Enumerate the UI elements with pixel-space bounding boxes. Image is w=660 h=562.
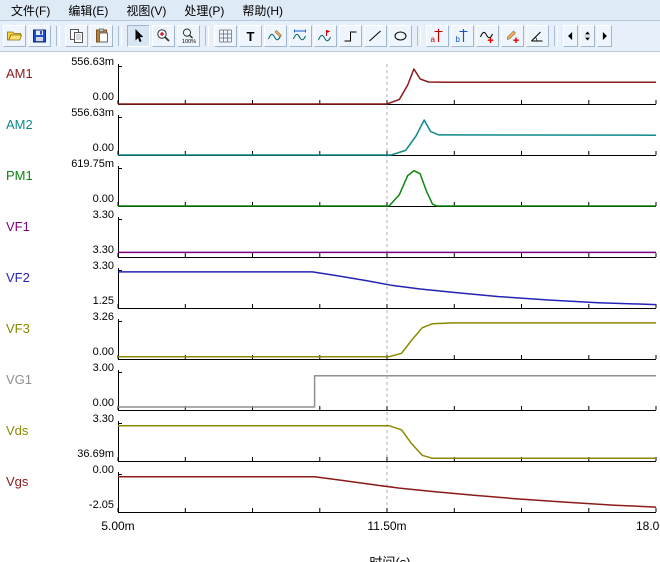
menu-edit[interactable]: 编辑(E) — [59, 0, 117, 21]
grid-icon — [217, 28, 234, 44]
y-max-label-VF2: 3.30 — [34, 260, 114, 272]
channel-name-Vds: Vds — [6, 423, 70, 438]
cursor-a-button[interactable]: a — [426, 25, 449, 47]
annotate-button[interactable] — [501, 25, 524, 47]
ramp-icon — [342, 28, 359, 44]
cursor-icon — [130, 28, 147, 44]
y-min-label-PM1: 0.00 — [34, 193, 114, 205]
y-max-label-PM1: 619.75m — [34, 158, 114, 170]
waveform-canvas[interactable] — [118, 60, 660, 520]
channel-name-VF1: VF1 — [6, 219, 70, 234]
x-axis-label-0: 5.00m — [78, 519, 158, 533]
ellipse-icon — [392, 28, 409, 44]
zoom-100-icon: 100% — [180, 28, 197, 44]
copy-icon — [68, 28, 85, 44]
y-max-label-VF3: 3.26 — [34, 311, 114, 323]
menu-bar: 文件(F)编辑(E)视图(V)处理(P)帮助(H) — [0, 0, 660, 21]
channel-name-PM1: PM1 — [6, 168, 70, 183]
open-icon — [6, 28, 23, 44]
y-max-label-Vgs: 0.00 — [34, 464, 114, 476]
svg-text:a: a — [431, 35, 436, 44]
y-min-label-Vds: 36.69m — [34, 448, 114, 460]
text-tool-button[interactable]: T — [239, 25, 262, 47]
wave-edit-button[interactable] — [264, 25, 287, 47]
wave-measure-button[interactable] — [289, 25, 312, 47]
y-min-label-AM1: 0.00 — [34, 91, 114, 103]
toolbar: 100% Ta b — [0, 21, 660, 52]
save-icon — [31, 28, 48, 44]
menu-file[interactable]: 文件(F) — [2, 0, 59, 21]
copy-button[interactable] — [65, 25, 88, 47]
spin-icon — [581, 28, 594, 44]
y-min-label-VF2: 1.25 — [34, 295, 114, 307]
y-max-label-VG1: 3.00 — [34, 362, 114, 374]
channel-name-Vgs: Vgs — [6, 474, 70, 489]
svg-text:100%: 100% — [182, 39, 196, 44]
nav-left-icon — [564, 28, 577, 44]
toolbar-separator — [118, 26, 122, 46]
select-cursor-button[interactable] — [127, 25, 150, 47]
ellipse-tool-button[interactable] — [389, 25, 412, 47]
wave-pencil-icon — [267, 28, 284, 44]
y-max-label-AM2: 556.63m — [34, 107, 114, 119]
cursor-b-button[interactable]: b — [451, 25, 474, 47]
y-min-label-VG1: 0.00 — [34, 397, 114, 409]
paste-icon — [93, 28, 110, 44]
nav-right-icon — [598, 28, 611, 44]
toolbar-separator — [417, 26, 421, 46]
text-icon: T — [242, 28, 259, 44]
menu-help[interactable]: 帮助(H) — [233, 0, 292, 21]
channel-name-AM1: AM1 — [6, 66, 70, 81]
toolbar-separator — [554, 26, 558, 46]
zoom-100-button[interactable]: 100% — [177, 25, 200, 47]
step-tool-button[interactable] — [339, 25, 362, 47]
wave-flag-icon — [317, 28, 334, 44]
spinner-button[interactable] — [580, 25, 595, 47]
y-max-label-AM1: 556.63m — [34, 56, 114, 68]
x-axis-title: 时间(s) — [340, 552, 440, 562]
x-axis-label-1: 11.50m — [347, 519, 427, 533]
y-min-label-AM2: 0.00 — [34, 142, 114, 154]
page-right-button[interactable] — [597, 25, 612, 47]
line-icon — [367, 28, 384, 44]
svg-text:T: T — [247, 29, 255, 44]
add-wave-button[interactable] — [476, 25, 499, 47]
x-axis-label-2: 18.00m — [616, 519, 660, 533]
y-min-label-Vgs: -2.05 — [34, 499, 114, 511]
y-min-label-VF3: 0.00 — [34, 346, 114, 358]
channel-name-VF2: VF2 — [6, 270, 70, 285]
slope-button[interactable] — [526, 25, 549, 47]
open-button[interactable] — [3, 25, 26, 47]
channel-name-VG1: VG1 — [6, 372, 70, 387]
save-button[interactable] — [28, 25, 51, 47]
menu-process[interactable]: 处理(P) — [175, 0, 233, 21]
slope-icon — [529, 28, 546, 44]
menu-view[interactable]: 视图(V) — [117, 0, 175, 21]
pencil-add-icon — [504, 28, 521, 44]
channel-name-VF3: VF3 — [6, 321, 70, 336]
line-tool-button[interactable] — [364, 25, 387, 47]
grid-button[interactable] — [214, 25, 237, 47]
page-left-button[interactable] — [563, 25, 578, 47]
app-window: 文件(F)编辑(E)视图(V)处理(P)帮助(H) 100%Tab 时间(s) … — [0, 0, 660, 562]
zoom-in-button[interactable] — [152, 25, 175, 47]
cursor-a-icon: a — [429, 28, 446, 44]
wave-add-icon — [479, 28, 496, 44]
cursor-b-icon: b — [454, 28, 471, 44]
wave-marker-button[interactable] — [314, 25, 337, 47]
y-min-label-VF1: 3.30 — [34, 244, 114, 256]
toolbar-separator — [205, 26, 209, 46]
paste-button[interactable] — [90, 25, 113, 47]
channel-name-AM2: AM2 — [6, 117, 70, 132]
wave-ruler-icon — [292, 28, 309, 44]
zoom-in-icon — [155, 28, 172, 44]
toolbar-separator — [56, 26, 60, 46]
y-max-label-Vds: 3.30 — [34, 413, 114, 425]
y-max-label-VF1: 3.30 — [34, 209, 114, 221]
svg-text:b: b — [456, 35, 461, 44]
